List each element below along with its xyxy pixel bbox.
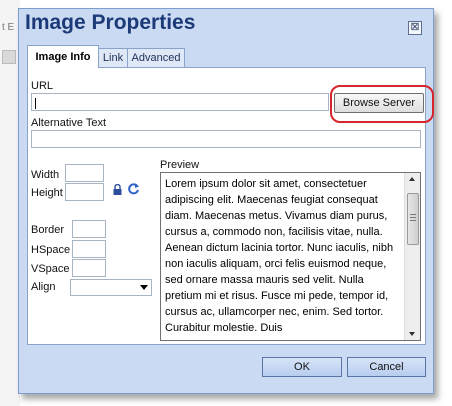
url-input[interactable] [31,93,329,111]
chevron-down-icon[interactable] [140,285,148,290]
grip-line [410,214,416,215]
preview-pane[interactable]: Lorem ipsum dolor sit amet, consectetuer… [160,172,421,341]
align-select[interactable] [70,279,152,296]
close-icon[interactable]: ⊠ [408,21,422,35]
title-bar[interactable]: Image Properties ⊠ [19,9,433,41]
tab-advanced[interactable]: Advanced [127,48,185,67]
url-label: URL [31,80,54,92]
preview-label: Preview [160,159,200,171]
height-input[interactable] [65,183,104,201]
dialog-title: Image Properties [25,11,196,34]
scroll-down-icon[interactable] [409,332,415,336]
background-icon [2,50,16,64]
width-label: Width [31,169,60,181]
tab-image-info[interactable]: Image Info [27,45,99,68]
ok-button[interactable]: OK [262,357,342,377]
tab-link[interactable]: Link [97,48,129,67]
border-label: Border [31,224,65,236]
grip-line [410,220,416,221]
preview-text: Lorem ipsum dolor sit amet, consectetuer… [165,178,394,334]
lock-icon[interactable] [113,184,122,195]
align-label: Align [31,281,56,293]
annotation-highlight [330,85,434,123]
grip-line [410,217,416,218]
image-properties-dialog: Image Properties ⊠ Image Info Link Advan… [18,8,434,394]
alt-text-label: Alternative Text [31,117,107,129]
reset-size-icon[interactable] [127,182,140,195]
background-text: t E [2,22,15,33]
vspace-label: VSpace [31,263,70,275]
hspace-label: HSpace [31,244,71,256]
height-label: Height [31,187,63,199]
cancel-button[interactable]: Cancel [347,357,426,377]
scrollbar-thumb[interactable] [407,193,419,245]
border-input[interactable] [72,220,106,238]
scroll-up-icon[interactable] [409,177,415,181]
background-window: t E [0,0,20,406]
width-input[interactable] [65,164,104,182]
vspace-input[interactable] [72,259,106,277]
tab-panel-image-info: URL Browse Server Alternative Text Width… [27,67,434,345]
preview-scrollbar[interactable] [404,173,420,340]
hspace-input[interactable] [72,240,106,258]
text-cursor [35,98,36,109]
alt-text-input[interactable] [31,130,421,148]
